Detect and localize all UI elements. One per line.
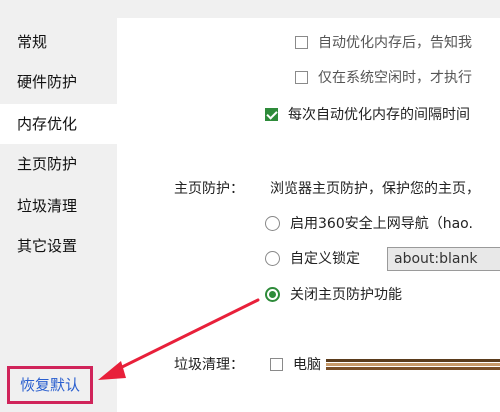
radio-360-nav-label: 启用360安全上网导航（hao. [290, 216, 473, 232]
radio-disable-protection[interactable] [265, 287, 280, 302]
interval-checkbox[interactable] [265, 108, 278, 121]
homepage-section: 主页防护： 浏览器主页防护，保护您的主页， [174, 178, 480, 200]
auto-notify-label: 自动优化内存后，告知我 [318, 35, 472, 51]
radio-360-nav[interactable] [265, 216, 280, 231]
homepage-description: 浏览器主页防护，保护您的主页， [270, 181, 480, 197]
homepage-section-label: 主页防护： [174, 181, 244, 197]
redaction-scribble [326, 356, 500, 372]
radio-disable-protection-label: 关闭主页防护功能 [290, 287, 402, 303]
sidebar: 常规 硬件防护 内存优化 主页防护 垃圾清理 其它设置 恢复默认 [0, 0, 117, 412]
settings-panel: 自动优化内存后，告知我 仅在系统空闲时，才执行 每次自动优化内存的间隔时间 主页… [117, 18, 500, 412]
sidebar-item-memory-optimization[interactable]: 内存优化 [0, 104, 117, 144]
idle-only-checkbox[interactable] [295, 71, 308, 84]
cleanup-section-label: 垃圾清理： [174, 357, 244, 373]
sidebar-item-junk-cleanup[interactable]: 垃圾清理 [0, 186, 117, 226]
sidebar-item-other-settings[interactable]: 其它设置 [0, 226, 117, 266]
sidebar-item-homepage-protection[interactable]: 主页防护 [0, 144, 117, 184]
auto-notify-checkbox[interactable] [295, 36, 308, 49]
sidebar-item-general[interactable]: 常规 [0, 22, 117, 62]
homepage-option-custom[interactable]: 自定义锁定 [265, 248, 360, 270]
homepage-option-360[interactable]: 启用360安全上网导航（hao. [265, 213, 473, 235]
homepage-option-off[interactable]: 关闭主页防护功能 [265, 284, 402, 306]
radio-custom-lock[interactable] [265, 251, 280, 266]
interval-option[interactable]: 每次自动优化内存的间隔时间 [265, 104, 470, 126]
cleanup-pc-label: 电脑 [293, 357, 321, 373]
cleanup-section: 垃圾清理： 电脑 [174, 354, 321, 376]
sidebar-item-hardware-protection[interactable]: 硬件防护 [0, 62, 117, 102]
custom-homepage-url-input[interactable] [387, 247, 500, 271]
idle-only-label: 仅在系统空闲时，才执行 [318, 70, 472, 86]
radio-custom-lock-label: 自定义锁定 [290, 251, 360, 267]
interval-label: 每次自动优化内存的间隔时间 [288, 107, 470, 123]
idle-only-option[interactable]: 仅在系统空闲时，才执行 [295, 67, 472, 89]
cleanup-pc-checkbox[interactable] [270, 358, 283, 371]
auto-notify-option[interactable]: 自动优化内存后，告知我 [295, 32, 472, 54]
restore-defaults-link[interactable]: 恢复默认 [7, 366, 93, 404]
